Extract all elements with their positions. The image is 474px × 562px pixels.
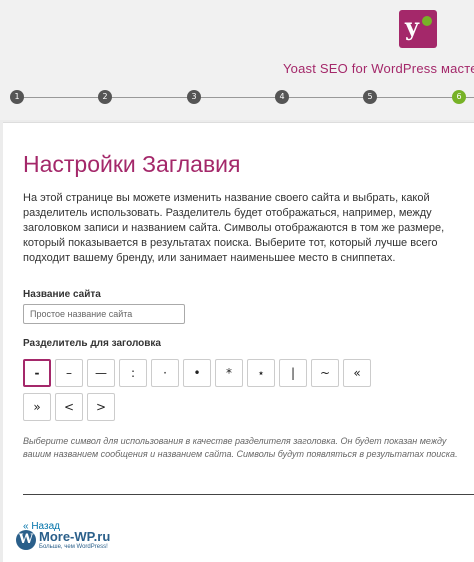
separator-option-em-dash[interactable]: — — [87, 359, 115, 387]
separator-option-tilde[interactable]: ~ — [311, 359, 339, 387]
step-progress-line — [16, 97, 474, 98]
separator-option-en-dash[interactable]: – — [55, 359, 83, 387]
step-2[interactable]: 2 — [98, 90, 112, 104]
separator-option-hyphen[interactable]: - — [23, 359, 51, 387]
separator-option-asterisk[interactable]: * — [215, 359, 243, 387]
step-3[interactable]: 3 — [187, 90, 201, 104]
watermark: W More-WP.ru Больше, чем WordPress! — [16, 529, 146, 558]
separator-label: Разделитель для заголовка — [23, 338, 161, 349]
separator-option-colon[interactable]: : — [119, 359, 147, 387]
divider — [23, 494, 474, 495]
wizard-header: y Yoast SEO for WordPress масте 1 2 3 4 … — [0, 0, 474, 120]
separator-option-gt[interactable]: > — [87, 393, 115, 421]
separator-option-bullet[interactable]: • — [183, 359, 211, 387]
wordpress-logo-icon: W — [16, 530, 36, 550]
separator-option-pipe[interactable]: | — [279, 359, 307, 387]
separator-option-star[interactable]: ⋆ — [247, 359, 275, 387]
yoast-logo: y — [399, 10, 437, 48]
separator-hint: Выберите символ для использования в каче… — [23, 436, 458, 459]
separator-option-middot[interactable]: · — [151, 359, 179, 387]
step-progress: 1 2 3 4 5 6 — [10, 90, 474, 106]
site-name-label: Название сайта — [23, 289, 101, 300]
intro-text: На этой странице вы можете изменить назв… — [23, 192, 445, 264]
yoast-dot — [422, 16, 432, 26]
app-title: Yoast SEO for WordPress масте — [283, 61, 474, 76]
step-1[interactable]: 1 — [10, 90, 24, 104]
watermark-subtitle: Больше, чем WordPress! — [39, 544, 108, 550]
step-4[interactable]: 4 — [275, 90, 289, 104]
watermark-title: More-WP.ru — [39, 529, 111, 544]
site-name-input[interactable] — [23, 304, 185, 324]
separator-option-raquo[interactable]: » — [23, 393, 51, 421]
step-5[interactable]: 5 — [363, 90, 377, 104]
step-6-active[interactable]: 6 — [452, 90, 466, 104]
page-title: Настройки Заглавия — [23, 151, 241, 177]
separator-option-laquo[interactable]: « — [343, 359, 371, 387]
settings-panel: Настройки Заглавия На этой странице вы м… — [3, 122, 474, 562]
yoast-y-glyph: y — [405, 12, 419, 41]
separator-option-lt[interactable]: < — [55, 393, 83, 421]
